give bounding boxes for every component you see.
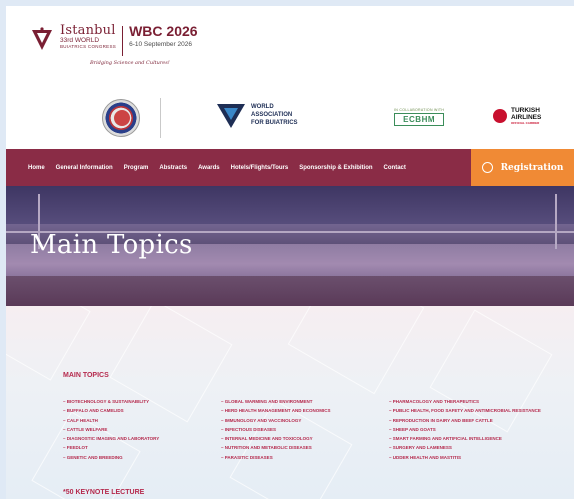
keynote-lecture-heading: *50 KEYNOTE LECTURE [63, 489, 145, 496]
registration-label: Registration [500, 162, 564, 173]
topic-item: SURGERY AND LAMENESS [389, 443, 541, 452]
wab-line-2: ASSOCIATION [251, 111, 293, 118]
topic-item: UDDER HEALTH AND MASTITIS [389, 453, 541, 462]
main-topics-section: MAIN TOPICS BIOTECHNOLOGY & SUSTAINABILI… [6, 306, 574, 499]
turkish-airlines-logo[interactable]: TURKISH AIRLINES OFFICIAL CARRIER [493, 107, 541, 125]
topic-item: GLOBAL WARMING AND ENVIRONMENT [221, 397, 331, 406]
hero-shore [6, 276, 574, 306]
topic-item: CATTLE WELFARE [63, 425, 159, 434]
ecbhm-name: ECBHM [394, 113, 445, 126]
partner-divider [160, 98, 161, 138]
wab-line-3: FOR BUIATRICS [251, 120, 298, 127]
topic-item: PARASITIC DISEASES [221, 453, 331, 462]
nav-item-abstracts[interactable]: Abstracts [159, 165, 187, 171]
page: Istanbul 33rd WORLD BUIATRICS CONGRESS W… [6, 6, 574, 499]
wab-v-icon [217, 104, 245, 128]
nav-item-hotels-flights-tours[interactable]: Hotels/Flights/Tours [231, 165, 289, 171]
registration-icon [481, 162, 493, 173]
wab-line-1: WORLD [251, 103, 274, 110]
topics-column-2: GLOBAL WARMING AND ENVIRONMENT HERD HEAL… [221, 397, 331, 462]
hex-decoration [287, 306, 425, 395]
topic-item: SMART FARMING AND ARTIFICIAL INTELLIGENC… [389, 434, 541, 443]
topic-item: FEEDLOT [63, 443, 159, 452]
hero-banner: Main Topics [6, 186, 574, 306]
logo-divider [122, 26, 124, 56]
wab-logo[interactable]: WORLD ASSOCIATION FOR BUIATRICS [216, 100, 298, 130]
nav-item-contact[interactable]: Contact [384, 165, 406, 171]
page-title: Main Topics [30, 230, 193, 260]
topic-item: BUFFALO AND CAMELIDS [63, 406, 159, 415]
topic-item: HERD HEALTH MANAGEMENT AND ECONOMICS [221, 406, 331, 415]
tagline: Bridging Science and Cultures! [90, 60, 170, 66]
nav-item-sponsorship-exhibition[interactable]: Sponsorship & Exhibition [299, 165, 372, 171]
association-seal-logo[interactable] [102, 99, 140, 137]
topic-item: PUBLIC HEALTH, FOOD SAFETY AND ANTIMICRO… [389, 406, 541, 415]
topic-item: PHARMACOLOGY AND THERAPEUTICS [389, 397, 541, 406]
nav-item-awards[interactable]: Awards [198, 165, 220, 171]
topic-item: NUTRITION AND METABOLIC DISEASES [221, 443, 331, 452]
section-title: MAIN TOPICS [63, 372, 109, 379]
partner-logos: WORLD ASSOCIATION FOR BUIATRICS IN COLLA… [6, 88, 574, 148]
hex-decoration [6, 306, 91, 381]
turkish-sub: OFFICIAL CARRIER [511, 120, 540, 125]
congress-logo[interactable]: Istanbul 33rd WORLD BUIATRICS CONGRESS W… [30, 24, 198, 56]
site-header: Istanbul 33rd WORLD BUIATRICS CONGRESS W… [6, 6, 574, 86]
bridge-tower-right [555, 194, 557, 249]
seal-center-icon [114, 110, 130, 126]
topic-item: REPRODUCTION IN DAIRY AND BEEF CATTLE [389, 416, 541, 425]
wbc-logo-icon [32, 27, 52, 50]
nav-item-program[interactable]: Program [124, 165, 149, 171]
topics-column-1: BIOTECHNOLOGY & SUSTAINABILITY BUFFALO A… [63, 397, 160, 462]
topic-item: INTERNAL MEDICINE AND TOXICOLOGY [221, 434, 331, 443]
event-title: WBC 2026 [129, 23, 198, 39]
nav-list: Home General Information Program Abstrac… [28, 165, 417, 171]
topic-item: CALF HEALTH [63, 416, 159, 425]
topic-item: BIOTECHNOLOGY & SUSTAINABILITY [63, 397, 159, 406]
registration-button[interactable]: Registration [471, 149, 574, 186]
topic-item: SHEEP AND GOATS [389, 425, 541, 434]
nav-item-home[interactable]: Home [28, 165, 45, 171]
topic-item: GENETIC AND BREEDING [63, 453, 159, 462]
topic-item: INFECTIOUS DISEASES [221, 425, 331, 434]
event-dates: 6-10 September 2026 [129, 41, 192, 48]
nav-item-general-information[interactable]: General Information [56, 165, 113, 171]
topic-item: DIAGNOSTIC IMAGING AND LABORATORY [63, 434, 160, 443]
ecbhm-logo[interactable]: IN COLLABORATION WITH ECBHM [394, 108, 445, 126]
topic-item: IMMUNOLOGY AND VACCINOLOGY [221, 416, 331, 425]
ecbhm-caption: IN COLLABORATION WITH [394, 108, 445, 112]
logo-city: Istanbul [60, 23, 116, 38]
logo-congress-line2: BUIATRICS CONGRESS [60, 43, 117, 49]
turkish-airlines-bird-icon [493, 109, 507, 124]
topics-column-3: PHARMACOLOGY AND THERAPEUTICS PUBLIC HEA… [389, 397, 541, 462]
